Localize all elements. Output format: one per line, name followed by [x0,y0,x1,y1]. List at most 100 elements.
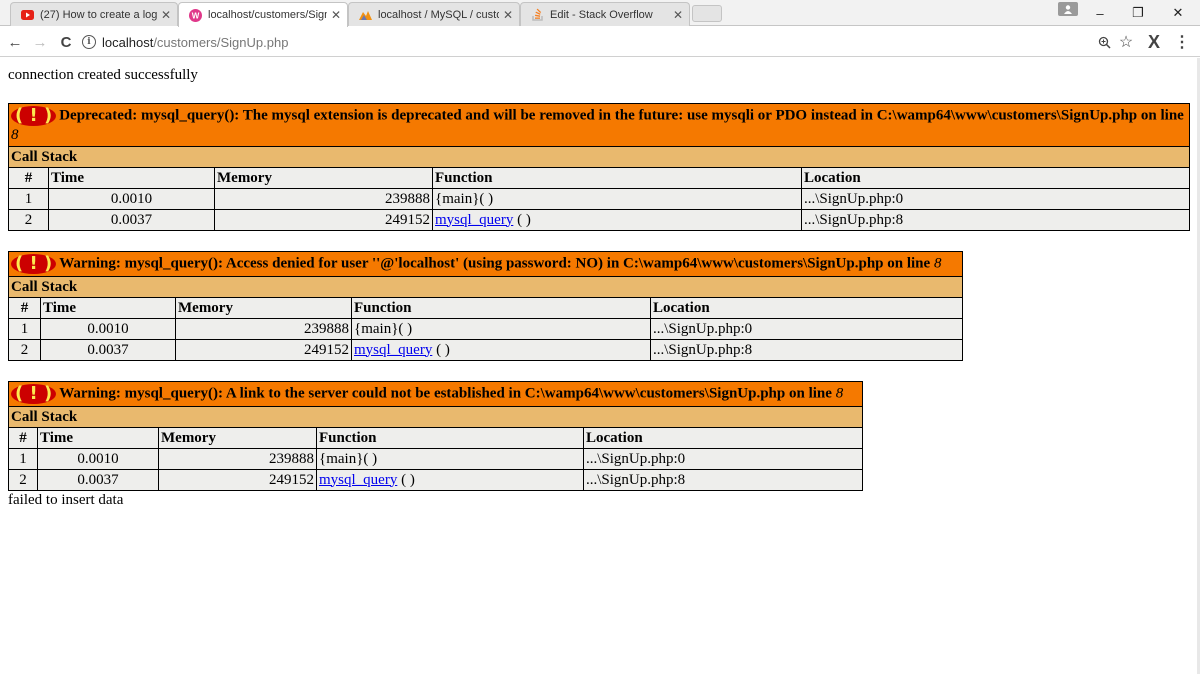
warning-badge-icon: ( ! ) [11,254,57,274]
cell-function: {main}( ) [432,188,802,210]
address-bar[interactable]: i localhost/customers/SignUp.php [82,30,1144,54]
error-line: 8 [933,255,942,272]
xdebug-error-table: ( ! ) Warning: mysql_query(): A link to t… [8,381,863,491]
cell-time: 0.0037 [40,339,176,361]
page-content: connection created successfully ( ! ) Dep… [8,58,1192,509]
restore-button[interactable]: ❐ [1118,0,1158,26]
wamp-icon: W [189,8,202,22]
function-suffix: ( ) [513,211,531,228]
close-icon[interactable]: ✕ [161,8,171,22]
cell-location: ...\SignUp.php:0 [650,318,963,340]
call-stack-header: Call Stack [8,276,963,298]
cell-num: 2 [8,209,49,231]
cell-memory: 249152 [214,209,433,231]
function-name: {main} [435,190,480,207]
stackoverflow-icon [531,8,544,21]
col-header-num: # [8,167,49,189]
zoom-icon[interactable] [1094,32,1114,52]
function-link[interactable]: mysql_query [319,472,397,488]
extension-x-icon[interactable]: X [1144,32,1164,52]
col-header-function: Function [351,297,651,319]
cell-function: {main}( ) [351,318,651,340]
function-suffix: ( ) [432,341,450,358]
col-header-function: Function [432,167,802,189]
function-link[interactable]: mysql_query [354,342,432,358]
cell-num: 2 [8,339,41,361]
warning-badge-icon: ( ! ) [11,384,57,404]
menu-icon[interactable]: ⋮ [1172,32,1192,52]
cell-num: 2 [8,469,38,491]
function-link[interactable]: mysql_query [435,212,513,228]
xdebug-error-table: ( ! ) Deprecated: mysql_query(): The mysq… [8,103,1190,231]
cell-memory: 239888 [214,188,433,210]
tab-title: localhost/customers/Sign [208,9,327,21]
col-header-time: Time [37,427,159,449]
col-header-memory: Memory [175,297,352,319]
close-icon[interactable]: ✕ [503,8,513,22]
tab-youtube[interactable]: (27) How to create a logi ✕ [10,2,178,26]
cell-function: mysql_query ( ) [432,209,802,231]
col-header-memory: Memory [158,427,317,449]
error-message: ( ! ) Warning: mysql_query(): Access deni… [8,251,963,277]
phpmyadmin-icon [359,8,372,21]
tab-strip: (27) How to create a logi ✕ W localhost/… [0,0,1200,27]
close-window-button[interactable]: ✕ [1158,0,1198,26]
error-line: 8 [835,385,844,402]
svg-text:W: W [192,11,200,20]
reload-button[interactable]: C [56,32,76,52]
status-line-insert: failed to insert data [8,492,124,508]
cell-time: 0.0010 [48,188,215,210]
function-name: {main} [354,320,399,337]
minimize-button[interactable]: – [1080,0,1120,26]
col-header-memory: Memory [214,167,433,189]
function-name: {main} [319,450,364,467]
close-icon[interactable]: ✕ [331,8,341,22]
call-stack-header: Call Stack [8,146,1190,168]
bookmark-star-icon[interactable]: ☆ [1116,32,1136,52]
back-button[interactable]: ← [5,32,25,52]
cell-location: ...\SignUp.php:0 [583,448,863,470]
col-header-function: Function [316,427,584,449]
col-header-time: Time [40,297,176,319]
function-suffix: ( ) [397,471,415,488]
cell-time: 0.0037 [37,469,159,491]
browser-toolbar: ← → C i localhost/customers/SignUp.php ☆… [0,27,1200,57]
new-tab-button[interactable] [692,5,722,22]
forward-button[interactable]: → [30,32,50,52]
error-text: Deprecated: mysql_query(): The mysql ext… [59,107,1184,124]
info-icon[interactable]: i [82,35,96,49]
cell-function: {main}( ) [316,448,584,470]
cell-location: ...\SignUp.php:8 [583,469,863,491]
table-row: 2 0.0037 249152 mysql_query ( ) ...\Sign… [8,209,1190,231]
tab-signup[interactable]: W localhost/customers/Sign ✕ [178,2,348,27]
cell-num: 1 [8,318,41,340]
tab-title: Edit - Stack Overflow [550,8,653,21]
tab-phpmyadmin[interactable]: localhost / MySQL / custo ✕ [348,2,520,26]
table-row: 1 0.0010 239888 {main}( ) ...\SignUp.php… [8,318,963,340]
url-host: localhost [102,34,154,50]
user-profile-icon[interactable] [1058,2,1078,16]
cell-location: ...\SignUp.php:8 [650,339,963,361]
cell-time: 0.0010 [37,448,159,470]
cell-memory: 249152 [158,469,317,491]
url-path: /customers/SignUp.php [153,34,289,50]
table-row: 2 0.0037 249152 mysql_query ( ) ...\Sign… [8,339,963,361]
cell-function: mysql_query ( ) [316,469,584,491]
cell-location: ...\SignUp.php:0 [801,188,1190,210]
function-suffix: ( ) [398,320,413,337]
tab-stackoverflow[interactable]: Edit - Stack Overflow ✕ [520,2,690,26]
function-suffix: ( ) [479,190,494,207]
cell-memory: 239888 [158,448,317,470]
warning-badge-icon: ( ! ) [11,106,57,126]
col-header-time: Time [48,167,215,189]
col-header-location: Location [650,297,963,319]
col-header-location: Location [801,167,1190,189]
xdebug-error-table: ( ! ) Warning: mysql_query(): Access deni… [8,251,963,361]
table-row: 2 0.0037 249152 mysql_query ( ) ...\Sign… [8,469,863,491]
error-line: 8 [11,127,19,143]
cell-memory: 249152 [175,339,352,361]
cell-num: 1 [8,448,38,470]
cell-time: 0.0010 [40,318,176,340]
close-icon[interactable]: ✕ [673,8,683,22]
youtube-icon [21,8,34,21]
